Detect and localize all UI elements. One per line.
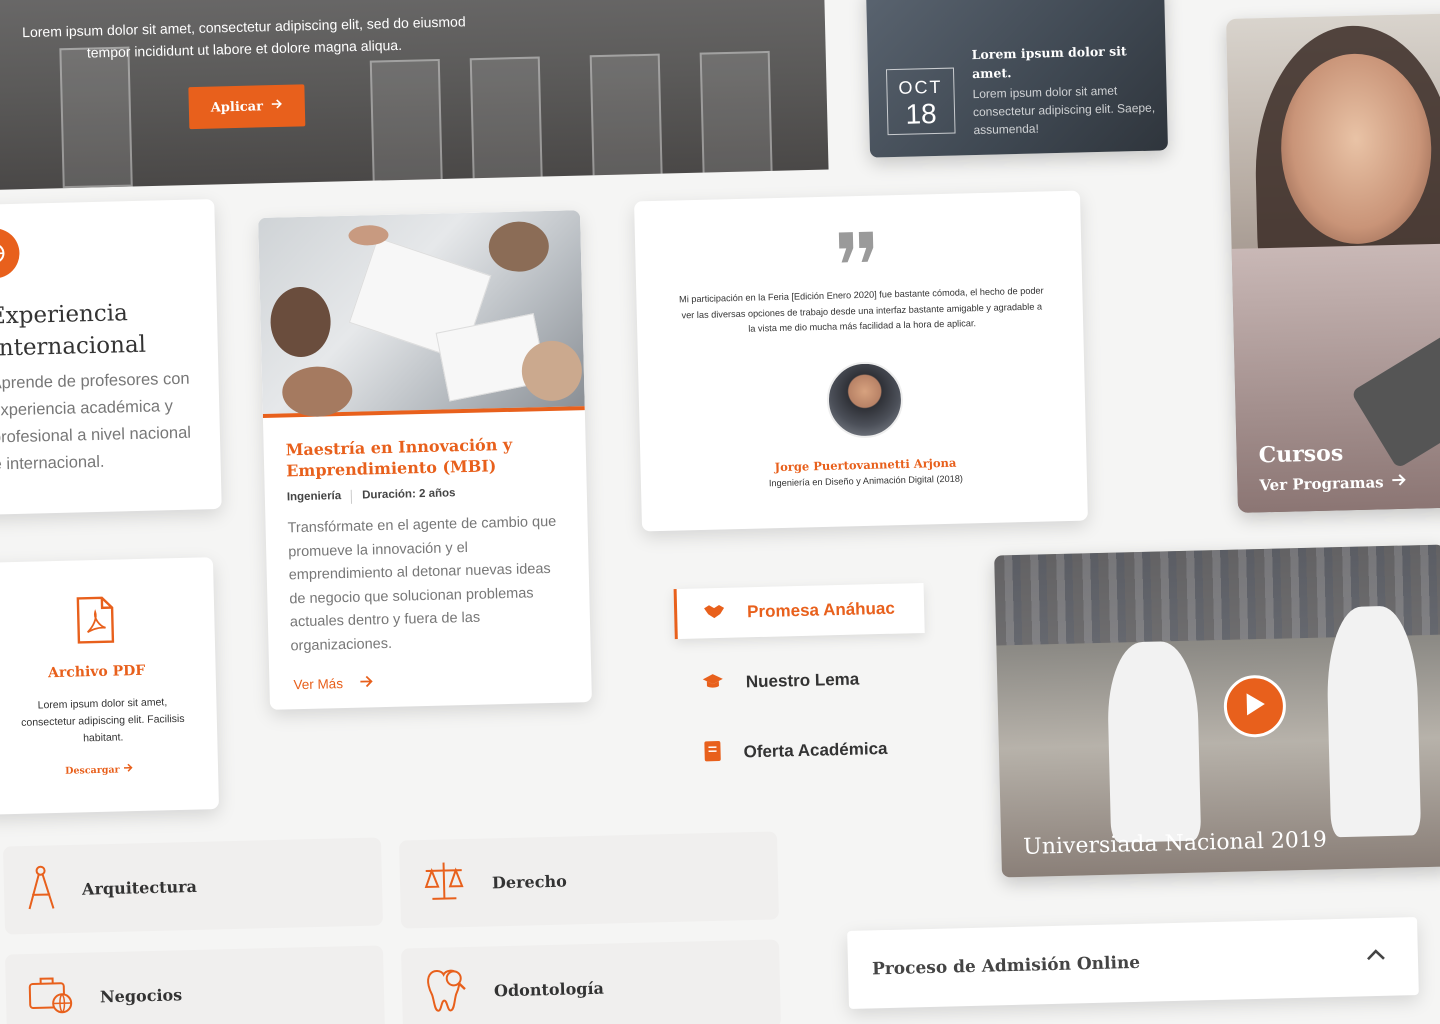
- event-day: 18: [905, 97, 938, 130]
- program-meta: Ingeniería Duración: 2 años: [287, 487, 456, 505]
- karate-fighter: [1106, 640, 1202, 843]
- person-head: [269, 286, 332, 358]
- karate-fighter: [1325, 605, 1422, 838]
- person-head: [488, 220, 550, 273]
- hero-banner: Lorem ipsum dolor sit amet, consectetur …: [0, 0, 829, 191]
- category-label: Odontología: [493, 978, 605, 1000]
- experience-card: Experiencia Internacional Aprende de pro…: [0, 199, 222, 515]
- testimonial-card: Mi participación en la Feria [Edición En…: [634, 190, 1088, 532]
- event-description: Lorem ipsum dolor sit amet consectetur a…: [972, 83, 1156, 138]
- arrow-right-icon: [1391, 473, 1407, 491]
- hero-text: Lorem ipsum dolor sit amet, consectetur …: [21, 13, 466, 61]
- building-window: [589, 53, 663, 186]
- graduation-cap-icon: [702, 672, 725, 694]
- download-label: Descargar: [65, 764, 120, 777]
- ver-programas-label: Ver Programas: [1259, 473, 1384, 495]
- category-label: Derecho: [491, 871, 567, 892]
- arrow-right-icon: [271, 98, 283, 114]
- menu-label: Nuestro Lema: [745, 669, 860, 692]
- program-card[interactable]: Maestría en Innovación y Emprendimiento …: [258, 210, 592, 710]
- video-title: Universiada Nacional 2019: [1022, 827, 1328, 860]
- building-window: [699, 50, 773, 183]
- cursos-title: Cursos: [1258, 440, 1344, 469]
- apply-button[interactable]: Aplicar: [188, 84, 306, 130]
- building-window: [369, 58, 443, 191]
- program-duration: Duración: 2 años: [362, 487, 456, 502]
- ver-programas-link[interactable]: Ver Programas: [1259, 473, 1408, 495]
- globe-icon: [0, 227, 21, 280]
- tooth-icon: [423, 966, 468, 1018]
- menu-item-promesa-anahuac[interactable]: Promesa Anáhuac: [673, 582, 925, 640]
- book-icon: [703, 739, 722, 766]
- event-title: Lorem ipsum dolor sit amet.: [971, 43, 1127, 82]
- play-icon: [1243, 690, 1268, 722]
- apply-button-label: Aplicar: [210, 98, 264, 116]
- testimonial-text: Mi participación en la Feria [Edición En…: [678, 285, 1044, 334]
- briefcase-globe-icon: [28, 974, 75, 1020]
- experience-text: Aprende de profesores con experiencia ac…: [0, 369, 192, 474]
- arrow-right-icon: [359, 675, 373, 690]
- person-head: [521, 340, 583, 402]
- event-card[interactable]: OCT 18 Lorem ipsum dolor sit amet. Lorem…: [865, 0, 1169, 158]
- quote-icon: [837, 230, 878, 270]
- category-derecho[interactable]: Derecho: [398, 831, 780, 929]
- avatar: [826, 360, 904, 439]
- video-card[interactable]: Universiada Nacional 2019: [994, 544, 1440, 878]
- accordion-title: Proceso de Admisión Online: [871, 952, 1141, 980]
- divider: [351, 489, 353, 504]
- ver-mas-label: Ver Más: [293, 676, 344, 693]
- menu-label: Promesa Anáhuac: [746, 598, 896, 622]
- category-arquitectura[interactable]: Arquitectura: [2, 837, 384, 935]
- side-menu: Promesa Anáhuac Nuestro Lema Oferta Acad…: [673, 582, 929, 789]
- download-link[interactable]: Descargar: [0, 761, 218, 779]
- pdf-title: Archivo PDF: [47, 662, 146, 682]
- person-head: [281, 365, 353, 418]
- arrow-right-icon: [123, 763, 133, 775]
- ver-mas-link[interactable]: Ver Más: [293, 675, 373, 692]
- program-image: [258, 210, 585, 418]
- admission-accordion[interactable]: Proceso de Admisión Online: [847, 917, 1419, 1009]
- pdf-description: Lorem ipsum dolor sit amet, consectetur …: [21, 696, 185, 745]
- menu-item-oferta-academica[interactable]: Oferta Académica: [677, 723, 928, 779]
- compass-icon: [25, 864, 56, 916]
- handshake-icon: [703, 602, 726, 624]
- menu-label: Oferta Académica: [743, 738, 888, 762]
- building-window: [59, 46, 133, 189]
- category-negocios[interactable]: Negocios: [4, 945, 386, 1024]
- play-button[interactable]: [1223, 674, 1287, 738]
- menu-item-nuestro-lema[interactable]: Nuestro Lema: [675, 653, 926, 709]
- chevron-up-icon[interactable]: [1366, 948, 1386, 966]
- category-odontologia[interactable]: Odontología: [400, 939, 782, 1024]
- experience-title: Experiencia Internacional: [0, 300, 147, 362]
- program-description: Transfórmate en el agente de cambio que …: [287, 513, 557, 654]
- building-window: [469, 56, 543, 189]
- program-area: Ingeniería: [286, 490, 342, 504]
- category-label: Arquitectura: [81, 876, 198, 899]
- cursos-card[interactable]: Cursos Ver Programas: [1226, 13, 1440, 513]
- category-label: Negocios: [99, 984, 183, 1006]
- pdf-card: Archivo PDF Lorem ipsum dolor sit amet, …: [0, 557, 220, 815]
- program-title: Maestría en Innovación y Emprendimiento …: [285, 434, 513, 481]
- scales-icon: [421, 860, 466, 908]
- pdf-file-icon: [76, 596, 115, 650]
- event-month: OCT: [898, 76, 943, 98]
- event-date: OCT 18: [885, 67, 956, 136]
